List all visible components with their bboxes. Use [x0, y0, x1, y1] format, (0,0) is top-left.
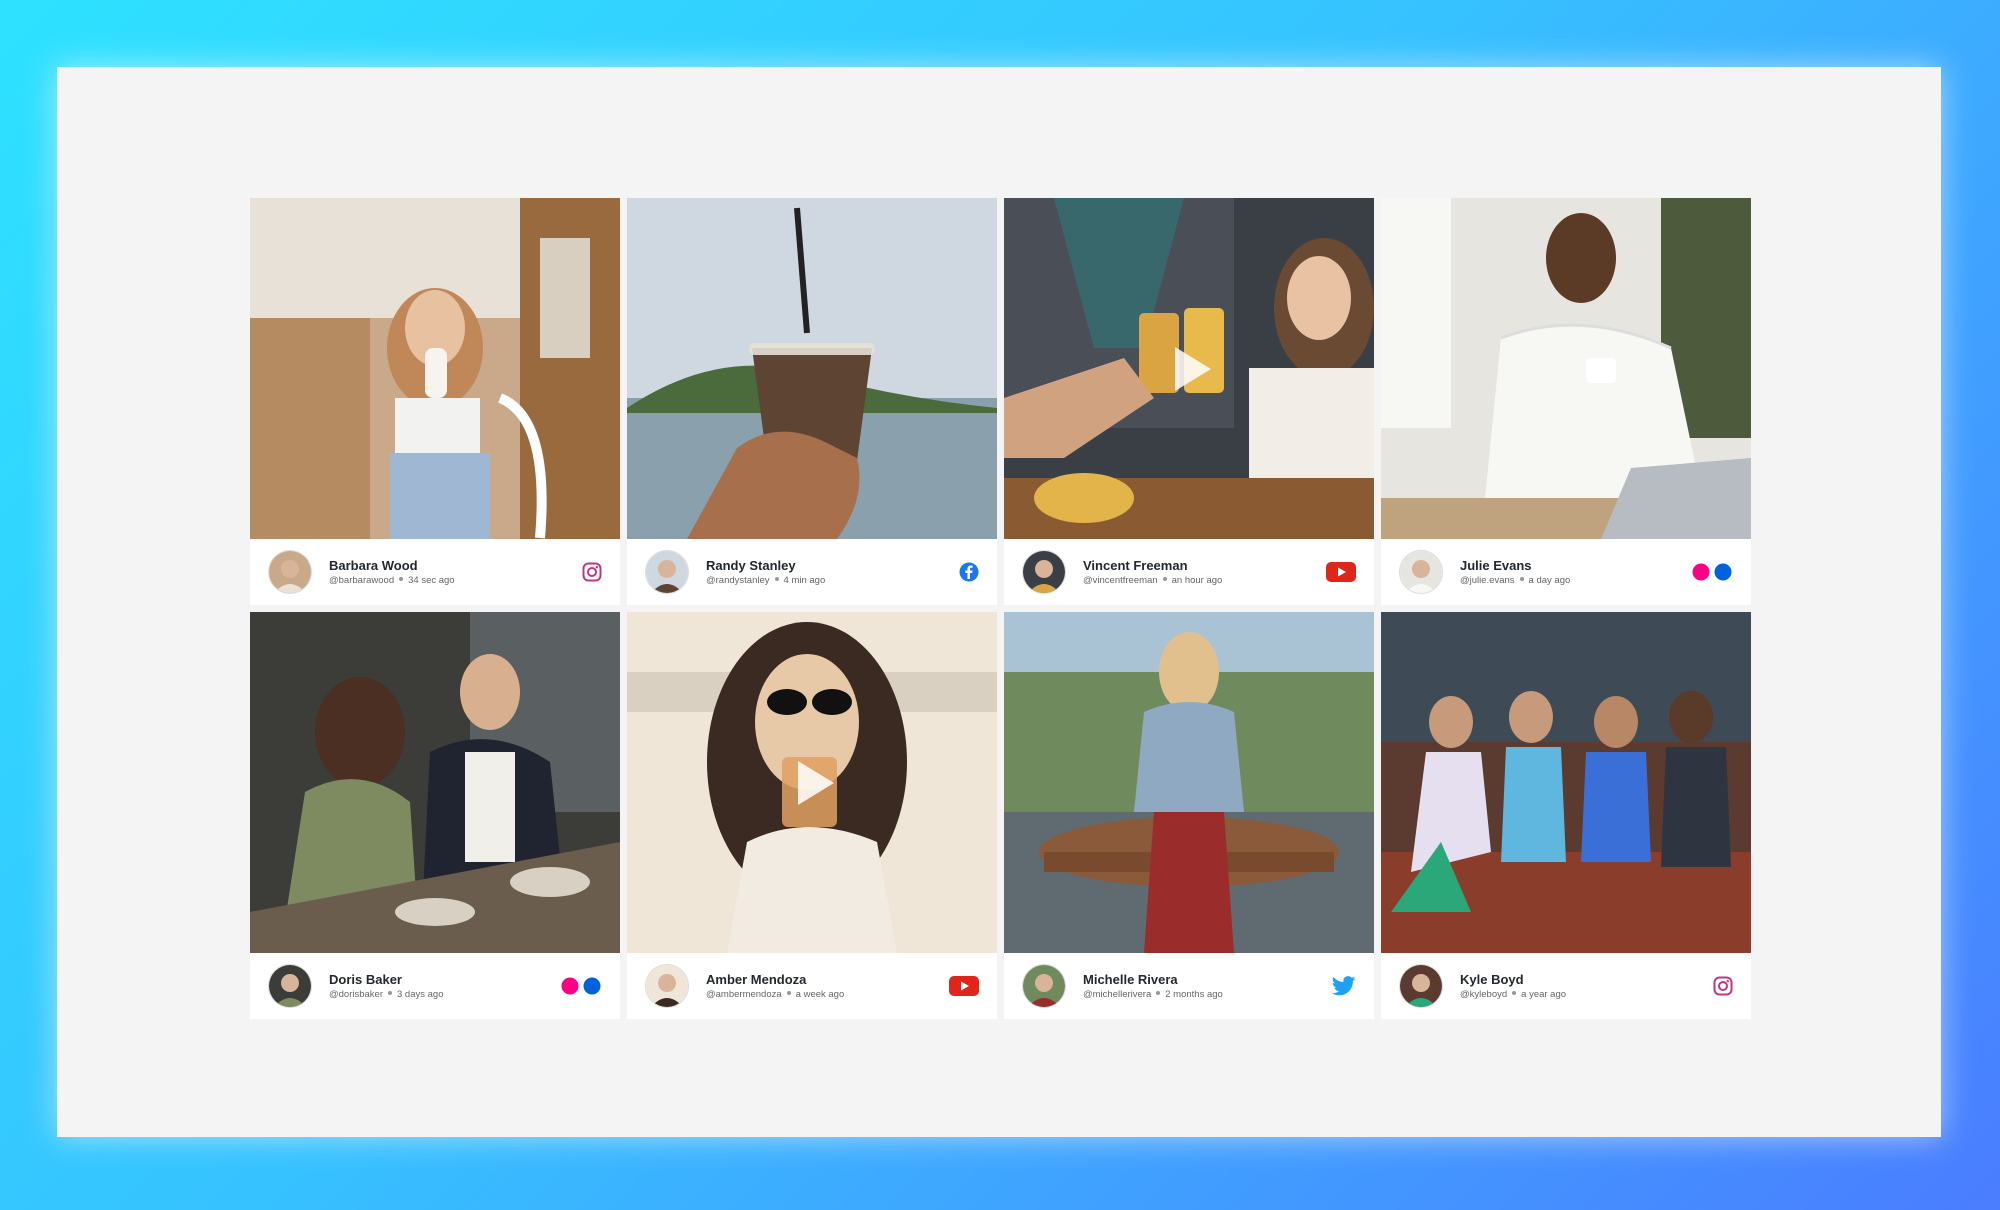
author-info: Amber Mendoza @ambermendoza a week ago [706, 971, 949, 1002]
author-handle[interactable]: @julie.evans [1460, 575, 1515, 586]
author-info: Randy Stanley @randystanley 4 min ago [706, 557, 959, 588]
avatar[interactable] [645, 964, 689, 1008]
avatar[interactable] [1022, 964, 1066, 1008]
separator-dot [1162, 577, 1167, 582]
post-photo[interactable] [627, 612, 997, 953]
post-card[interactable]: Randy Stanley @randystanley 4 min ago [627, 198, 997, 605]
author-handle[interactable]: @ambermendoza [706, 989, 782, 1000]
post-card[interactable]: Michelle Rivera @michellerivera 2 months a… [1004, 612, 1374, 1019]
post-meta: Julie Evans @julie.evans a day ago [1381, 539, 1751, 605]
post-meta: Barbara Wood @barbarawood 34 sec ago [250, 539, 620, 605]
author-info: Michelle Rivera @michellerivera 2 months a… [1083, 971, 1332, 1002]
post-photo[interactable] [1004, 198, 1374, 539]
author-info: Julie Evans @julie.evans a day ago [1460, 557, 1691, 588]
post-time: a day ago [1528, 574, 1571, 586]
post-meta: Kyle Boyd @kyleboyd a year ago [1381, 953, 1751, 1019]
post-card[interactable]: Barbara Wood @barbarawood 34 sec ago [250, 198, 620, 605]
author-handle[interactable]: @dorisbaker [329, 989, 383, 1000]
post-time: a year ago [1521, 988, 1567, 1000]
separator-dot [786, 991, 791, 996]
author-subline: @vincentfreeman an hour ago [1083, 574, 1326, 588]
flickr-icon[interactable] [560, 976, 602, 996]
post-photo[interactable] [250, 612, 620, 953]
author-handle[interactable]: @michellerivera [1083, 989, 1151, 1000]
author-name[interactable]: Barbara Wood [329, 557, 582, 574]
twitter-icon[interactable] [1332, 976, 1356, 996]
youtube-icon[interactable] [1326, 562, 1356, 582]
author-name[interactable]: Michelle Rivera [1083, 971, 1332, 988]
avatar[interactable] [268, 550, 312, 594]
post-time: a week ago [795, 988, 845, 1000]
post-photo[interactable] [1004, 612, 1374, 953]
separator-dot [1156, 991, 1161, 996]
author-info: Barbara Wood @barbarawood 34 sec ago [329, 557, 582, 588]
author-info: Kyle Boyd @kyleboyd a year ago [1460, 971, 1713, 1002]
post-photo[interactable] [1381, 198, 1751, 539]
author-name[interactable]: Doris Baker [329, 971, 560, 988]
post-time: 4 min ago [783, 574, 826, 586]
author-subline: @ambermendoza a week ago [706, 988, 949, 1002]
author-handle[interactable]: @randystanley [706, 575, 770, 586]
instagram-icon[interactable] [582, 562, 602, 582]
post-meta: Randy Stanley @randystanley 4 min ago [627, 539, 997, 605]
author-info: Doris Baker @dorisbaker 3 days ago [329, 971, 560, 1002]
post-meta: Michelle Rivera @michellerivera 2 months a… [1004, 953, 1374, 1019]
post-card[interactable]: Amber Mendoza @ambermendoza a week ago [627, 612, 997, 1019]
author-handle[interactable]: @kyleboyd [1460, 989, 1507, 1000]
author-subline: @randystanley 4 min ago [706, 574, 959, 588]
post-time: 34 sec ago [408, 574, 455, 586]
author-name[interactable]: Kyle Boyd [1460, 971, 1713, 988]
play-icon[interactable] [780, 751, 844, 815]
author-subline: @julie.evans a day ago [1460, 574, 1691, 588]
separator-dot [774, 577, 779, 582]
author-info: Vincent Freeman @vincentfreeman an hour ag… [1083, 557, 1326, 588]
separator-dot [1519, 577, 1524, 582]
post-time: 2 months ago [1165, 988, 1223, 1000]
post-photo[interactable] [627, 198, 997, 539]
post-photo[interactable] [250, 198, 620, 539]
post-meta: Vincent Freeman @vincentfreeman an hour ag… [1004, 539, 1374, 605]
author-subline: @michellerivera 2 months ago [1083, 988, 1332, 1002]
avatar[interactable] [1399, 550, 1443, 594]
author-name[interactable]: Randy Stanley [706, 557, 959, 574]
instagram-icon[interactable] [1713, 976, 1733, 996]
post-card[interactable]: Kyle Boyd @kyleboyd a year ago [1381, 612, 1751, 1019]
avatar[interactable] [268, 964, 312, 1008]
feed-panel: Barbara Wood @barbarawood 34 sec ago Randy … [57, 67, 1941, 1137]
author-subline: @kyleboyd a year ago [1460, 988, 1713, 1002]
author-name[interactable]: Amber Mendoza [706, 971, 949, 988]
avatar[interactable] [645, 550, 689, 594]
author-name[interactable]: Vincent Freeman [1083, 557, 1326, 574]
author-handle[interactable]: @barbarawood [329, 575, 394, 586]
facebook-icon[interactable] [959, 562, 979, 582]
flickr-icon[interactable] [1691, 562, 1733, 582]
post-card[interactable]: Julie Evans @julie.evans a day ago [1381, 198, 1751, 605]
post-card[interactable]: Doris Baker @dorisbaker 3 days ago [250, 612, 620, 1019]
post-meta: Doris Baker @dorisbaker 3 days ago [250, 953, 620, 1019]
avatar[interactable] [1399, 964, 1443, 1008]
author-subline: @barbarawood 34 sec ago [329, 574, 582, 588]
post-time: 3 days ago [397, 988, 444, 1000]
youtube-icon[interactable] [949, 976, 979, 996]
author-name[interactable]: Julie Evans [1460, 557, 1691, 574]
author-handle[interactable]: @vincentfreeman [1083, 575, 1158, 586]
author-subline: @dorisbaker 3 days ago [329, 988, 560, 1002]
social-feed-grid: Barbara Wood @barbarawood 34 sec ago Randy … [250, 198, 1751, 1019]
avatar[interactable] [1022, 550, 1066, 594]
separator-dot [1512, 991, 1517, 996]
post-card[interactable]: Vincent Freeman @vincentfreeman an hour ag… [1004, 198, 1374, 605]
play-icon[interactable] [1157, 337, 1221, 401]
separator-dot [388, 991, 392, 996]
post-time: an hour ago [1171, 574, 1223, 586]
separator-dot [399, 577, 404, 582]
post-photo[interactable] [1381, 612, 1751, 953]
post-meta: Amber Mendoza @ambermendoza a week ago [627, 953, 997, 1019]
